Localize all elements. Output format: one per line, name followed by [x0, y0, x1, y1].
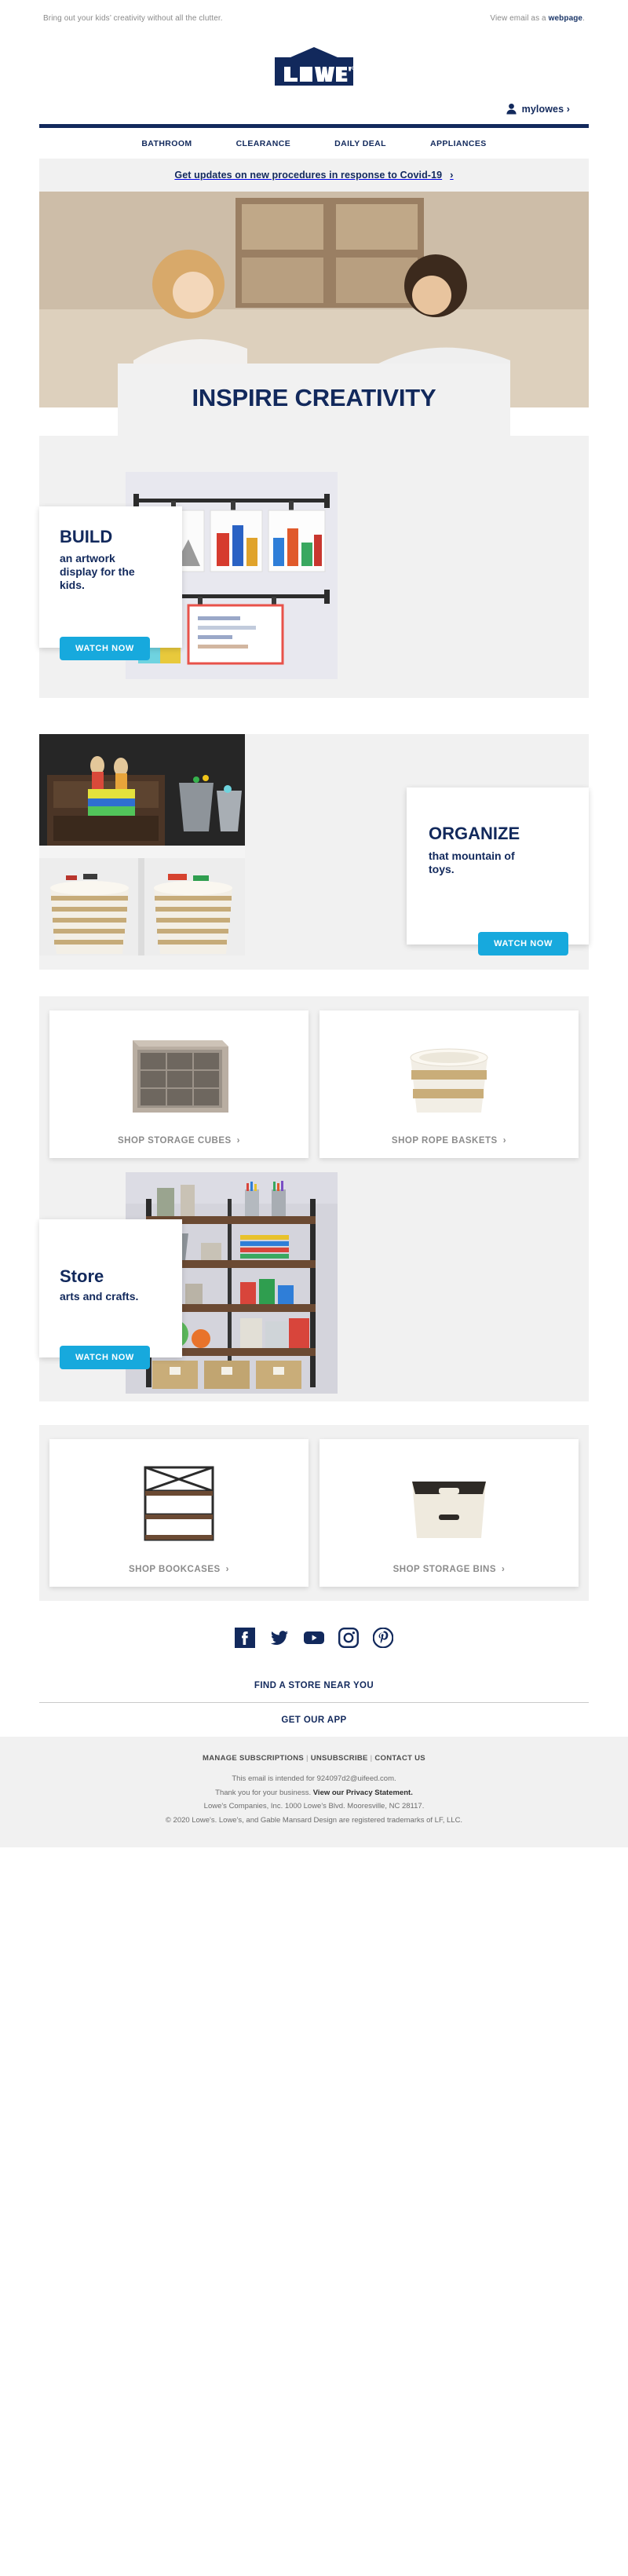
- logo-container: [0, 31, 628, 98]
- privacy-statement-link[interactable]: View our Privacy Statement.: [313, 1789, 413, 1797]
- tile-rope-baskets-label: SHOP ROPE BASKETS ›: [392, 1136, 506, 1145]
- legal-thanks-text: Thank you for your business.: [215, 1788, 313, 1797]
- tile-storage-cubes-label: SHOP STORAGE CUBES ›: [118, 1136, 240, 1145]
- storage-cubes-image: [120, 1028, 238, 1122]
- tile-storage-bins-label: SHOP STORAGE BINS ›: [393, 1565, 506, 1574]
- feature-build: BUILD an artwork display for the kids. W…: [39, 472, 589, 698]
- tile-label-text: SHOP BOOKCASES: [128, 1565, 221, 1574]
- legal-links: MANAGE SUBSCRIPTIONS | UNSUBSCRIBE | CON…: [0, 1754, 628, 1763]
- feature-organize: ORGANIZE that mountain of toys. WATCH NO…: [39, 734, 589, 970]
- tile-bookcases[interactable]: SHOP BOOKCASES ›: [49, 1439, 309, 1587]
- organize-watch-now-button[interactable]: WATCH NOW: [478, 932, 568, 955]
- store-card: Store arts and crafts. WATCH NOW: [39, 1219, 182, 1369]
- feature-build-gap: [39, 698, 589, 734]
- feature-store-gap: [39, 1401, 589, 1425]
- chevron-right-icon: ›: [225, 1565, 230, 1574]
- product-tiles-row-two: SHOP BOOKCASES › SHOP STORAGE BINS ›: [39, 1425, 589, 1601]
- legal-separator: |: [370, 1754, 373, 1763]
- youtube-icon[interactable]: [304, 1628, 324, 1648]
- store-watch-now-button[interactable]: WATCH NOW: [60, 1346, 150, 1369]
- organize-card: ORGANIZE that mountain of toys. WATCH NO…: [407, 787, 589, 955]
- storage-bin-image: [390, 1456, 508, 1551]
- unsubscribe-link[interactable]: UNSUBSCRIBE: [311, 1754, 368, 1763]
- organize-body: that mountain of toys.: [429, 849, 515, 875]
- view-as-webpage-link[interactable]: webpage: [549, 14, 583, 23]
- view-as-webpage[interactable]: View email as a webpage.: [490, 14, 585, 23]
- find-a-store-link[interactable]: FIND A STORE NEAR YOU: [39, 1668, 589, 1702]
- organize-photo: [39, 734, 245, 955]
- build-watch-now-button[interactable]: WATCH NOW: [60, 637, 150, 660]
- email-body: Bring out your kids’ creativity without …: [0, 0, 628, 1848]
- instagram-icon[interactable]: [338, 1628, 360, 1649]
- social-links: [0, 1601, 628, 1668]
- mylowes-link[interactable]: mylowes ›: [522, 104, 570, 115]
- store-body: arts and crafts.: [60, 1289, 139, 1303]
- covid-update-banner[interactable]: Get updates on new procedures in respons…: [39, 159, 589, 192]
- chevron-right-icon: ›: [236, 1136, 241, 1145]
- nav-item-daily-deal[interactable]: DAILY DEAL: [334, 139, 386, 148]
- hero-caption: INSPIRE CREATIVITY: [118, 364, 510, 436]
- twitter-icon[interactable]: [269, 1628, 290, 1648]
- tile-label-text: SHOP STORAGE BINS: [392, 1565, 497, 1574]
- tile-bookcases-label: SHOP BOOKCASES ›: [129, 1565, 229, 1574]
- mylowes-row: mylowes ›: [0, 98, 628, 124]
- tile-label-text: SHOP STORAGE CUBES: [117, 1136, 232, 1145]
- legal-intended-for: This email is intended for 924097d2@uife…: [232, 1774, 396, 1783]
- bookcase-icon: [144, 1466, 214, 1541]
- nav-item-clearance[interactable]: CLEARANCE: [236, 139, 291, 148]
- store-heading: Store: [60, 1266, 104, 1286]
- tile-storage-bins[interactable]: SHOP STORAGE BINS ›: [319, 1439, 579, 1587]
- chevron-right-icon: ›: [450, 169, 454, 181]
- storage-bin-icon: [412, 1482, 486, 1538]
- footer-links: FIND A STORE NEAR YOU GET OUR APP: [39, 1668, 589, 1737]
- hero-section: INSPIRE CREATIVITY: [39, 192, 589, 436]
- view-as-webpage-suffix: .: [582, 14, 585, 23]
- get-our-app-link[interactable]: GET OUR APP: [39, 1702, 589, 1737]
- hero-headline: INSPIRE CREATIVITY: [192, 384, 436, 411]
- pinterest-icon[interactable]: [372, 1627, 394, 1649]
- legal-address: Lowe's Companies, Inc. 1000 Lowe's Blvd.…: [203, 1802, 425, 1811]
- covid-banner-text: Get updates on new procedures in respons…: [174, 169, 443, 181]
- tile-label-text: SHOP ROPE BASKETS: [391, 1136, 498, 1145]
- lowes-logo[interactable]: [272, 46, 356, 87]
- rope-baskets-image: [390, 1028, 508, 1122]
- chevron-right-icon: ›: [502, 1565, 506, 1574]
- manage-subscriptions-link[interactable]: MANAGE SUBSCRIPTIONS: [203, 1754, 304, 1763]
- build-body: an artwork display for the kids.: [60, 551, 135, 591]
- nav-item-bathroom[interactable]: BATHROOM: [141, 139, 192, 148]
- primary-nav: BATHROOM CLEARANCE DAILY DEAL APPLIANCES: [0, 128, 628, 159]
- view-as-webpage-prefix: View email as a: [490, 14, 549, 23]
- organize-heading: ORGANIZE: [429, 824, 520, 843]
- nav-item-appliances[interactable]: APPLIANCES: [430, 139, 487, 148]
- legal-copyright: © 2020 Lowe's. Lowe's, and Gable Mansard…: [165, 1815, 463, 1825]
- legal-footer: MANAGE SUBSCRIPTIONS | UNSUBSCRIBE | CON…: [0, 1737, 628, 1848]
- preheader-tagline: Bring out your kids’ creativity without …: [43, 14, 223, 23]
- feature-store: Store arts and crafts. WATCH NOW: [39, 1172, 589, 1401]
- tile-rope-baskets[interactable]: SHOP ROPE BASKETS ›: [319, 1010, 579, 1158]
- facebook-icon[interactable]: [235, 1628, 255, 1648]
- product-tiles-row-one: SHOP STORAGE CUBES › SHOP ROPE BASKETS ›: [39, 996, 589, 1172]
- bookcase-image: [120, 1456, 238, 1551]
- contact-us-link[interactable]: CONTACT US: [374, 1754, 425, 1763]
- organize-photo-illustration: [39, 734, 245, 955]
- preheader: Bring out your kids’ creativity without …: [0, 0, 628, 31]
- build-heading: BUILD: [60, 527, 113, 546]
- legal-thanks: Thank you for your business. View our Pr…: [0, 1786, 628, 1800]
- legal-separator: |: [305, 1754, 309, 1763]
- chevron-right-icon: ›: [502, 1136, 507, 1145]
- build-card: BUILD an artwork display for the kids. W…: [39, 506, 182, 660]
- rope-basket-icon: [410, 1048, 488, 1113]
- feature-organize-gap: [39, 970, 589, 996]
- tile-storage-cubes[interactable]: SHOP STORAGE CUBES ›: [49, 1010, 309, 1158]
- storage-cube-shelf-icon: [133, 1040, 228, 1113]
- hero-bottom-spacer: [39, 436, 589, 472]
- person-icon: [506, 103, 517, 115]
- lowes-gable-icon: [275, 47, 355, 86]
